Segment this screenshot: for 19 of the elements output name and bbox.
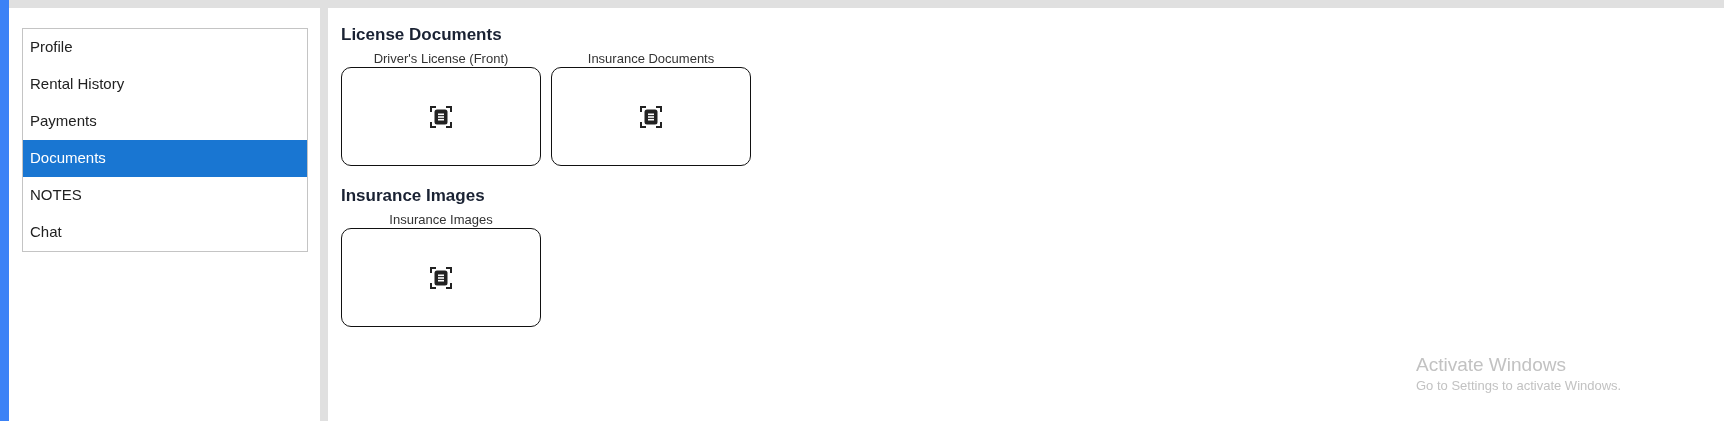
upload-box[interactable] [341, 67, 541, 166]
menu-item[interactable]: Profile [23, 29, 307, 66]
upload-box[interactable] [551, 67, 751, 166]
activation-message: Go to Settings to activate Windows. [1416, 377, 1622, 395]
upload-box[interactable] [341, 228, 541, 327]
upload-label: Insurance Documents [587, 50, 715, 67]
menu-item[interactable]: NOTES [23, 177, 307, 214]
document-scan-icon [640, 105, 662, 128]
menu-item[interactable]: Payments [23, 103, 307, 140]
menu-item[interactable]: Documents [23, 140, 307, 177]
document-scan-icon [430, 266, 452, 289]
section-heading: Insurance Images [341, 185, 486, 207]
menu-item[interactable]: Rental History [23, 66, 307, 103]
activation-title: Activate Windows [1416, 353, 1567, 377]
menu-item[interactable]: Chat [23, 214, 307, 251]
document-scan-icon [430, 105, 452, 128]
section-heading: License Documents [341, 24, 503, 46]
upload-label: Driver's License (Front) [373, 50, 509, 67]
upload-label: Insurance Images [389, 211, 493, 228]
